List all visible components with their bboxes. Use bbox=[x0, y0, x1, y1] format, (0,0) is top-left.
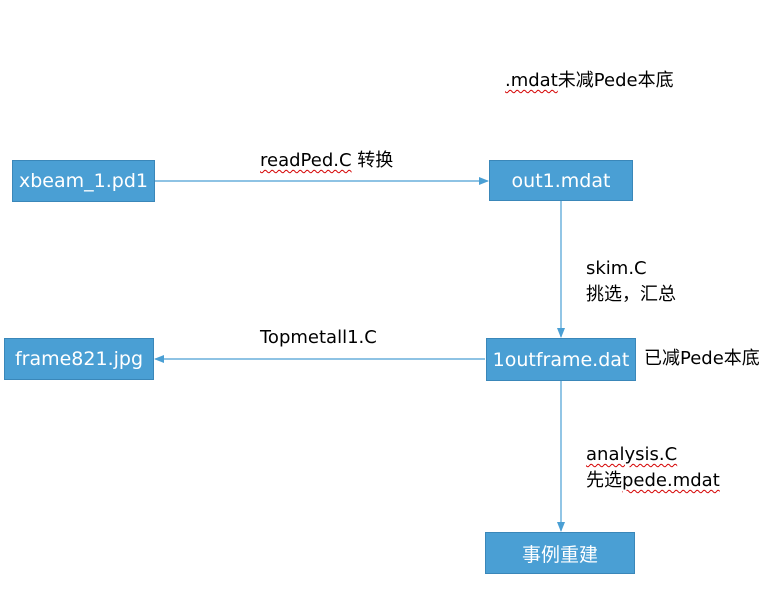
node-outframe-label: 1outframe.dat bbox=[492, 348, 630, 371]
edge-skim-name: skim.C bbox=[586, 258, 647, 279]
node-out1: out1.mdat bbox=[489, 160, 633, 201]
edge-readped-name: readPed.C bbox=[260, 150, 352, 171]
edge-label-skim: skim.C 挑选，汇总 bbox=[586, 256, 676, 308]
note-mdat-unsubtracted: .mdat未减Pede本底 bbox=[505, 68, 674, 94]
node-frame: frame821.jpg bbox=[4, 338, 154, 380]
node-reconstruct: 事例重建 bbox=[485, 532, 635, 574]
node-outframe: 1outframe.dat bbox=[486, 338, 636, 381]
node-out1-label: out1.mdat bbox=[511, 169, 611, 192]
node-frame-label: frame821.jpg bbox=[14, 348, 144, 370]
note-mdat-suffix: 未减Pede本底 bbox=[557, 70, 674, 91]
edge-topmetal-name: Topmetall1.C bbox=[260, 327, 377, 348]
node-xbeam: xbeam_1.pd1 bbox=[12, 160, 155, 202]
edge-label-topmetal: Topmetall1.C bbox=[260, 325, 377, 351]
edge-skim-action: 挑选，汇总 bbox=[586, 284, 676, 305]
edge-analysis-action-file: pede.mdat bbox=[622, 470, 720, 491]
edge-label-readped: readPed.C 转换 bbox=[260, 148, 393, 174]
node-xbeam-label: xbeam_1.pd1 bbox=[19, 170, 148, 192]
edge-analysis-action-prefix: 先选 bbox=[586, 470, 622, 491]
edge-label-analysis: analysis.C 先选pede.mdat bbox=[586, 442, 720, 494]
edge-analysis-name: analysis.C bbox=[586, 444, 678, 465]
note-subtracted-text: 已减Pede本底 bbox=[644, 348, 760, 369]
node-reconstruct-label: 事例重建 bbox=[521, 543, 598, 566]
note-mdat-prefix: .mdat bbox=[505, 70, 558, 91]
note-pede-subtracted: 已减Pede本底 bbox=[644, 346, 760, 372]
edge-readped-action: 转换 bbox=[351, 150, 394, 171]
